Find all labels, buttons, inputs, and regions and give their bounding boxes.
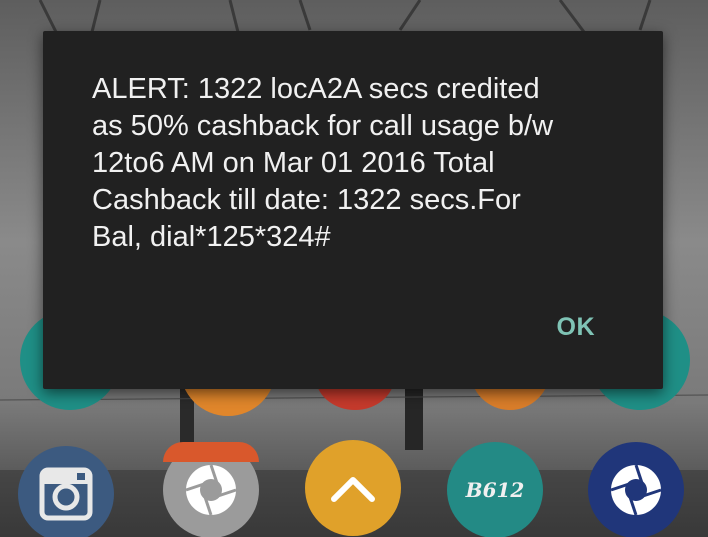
camera-icon[interactable] (163, 442, 259, 537)
instagram-icon[interactable] (18, 446, 114, 537)
b612-label: B612 (465, 478, 525, 502)
home-screen: B612 ALERT: 1322 locA2A secs credited as… (0, 0, 708, 537)
app-dock: B612 (0, 440, 708, 537)
dialog-message: ALERT: 1322 locA2A secs credited as 50% … (92, 73, 554, 253)
app-drawer-icon[interactable] (305, 440, 401, 536)
instagram-glyph (39, 467, 93, 521)
ok-button[interactable]: OK (547, 309, 606, 346)
camera-icon[interactable] (588, 442, 684, 537)
sms-alert-dialog: ALERT: 1322 locA2A secs credited as 50% … (43, 31, 663, 389)
aperture-glyph (610, 464, 662, 516)
chevron-up-icon (331, 477, 375, 502)
aperture-glyph (185, 464, 237, 516)
b612-icon[interactable]: B612 (447, 442, 543, 537)
